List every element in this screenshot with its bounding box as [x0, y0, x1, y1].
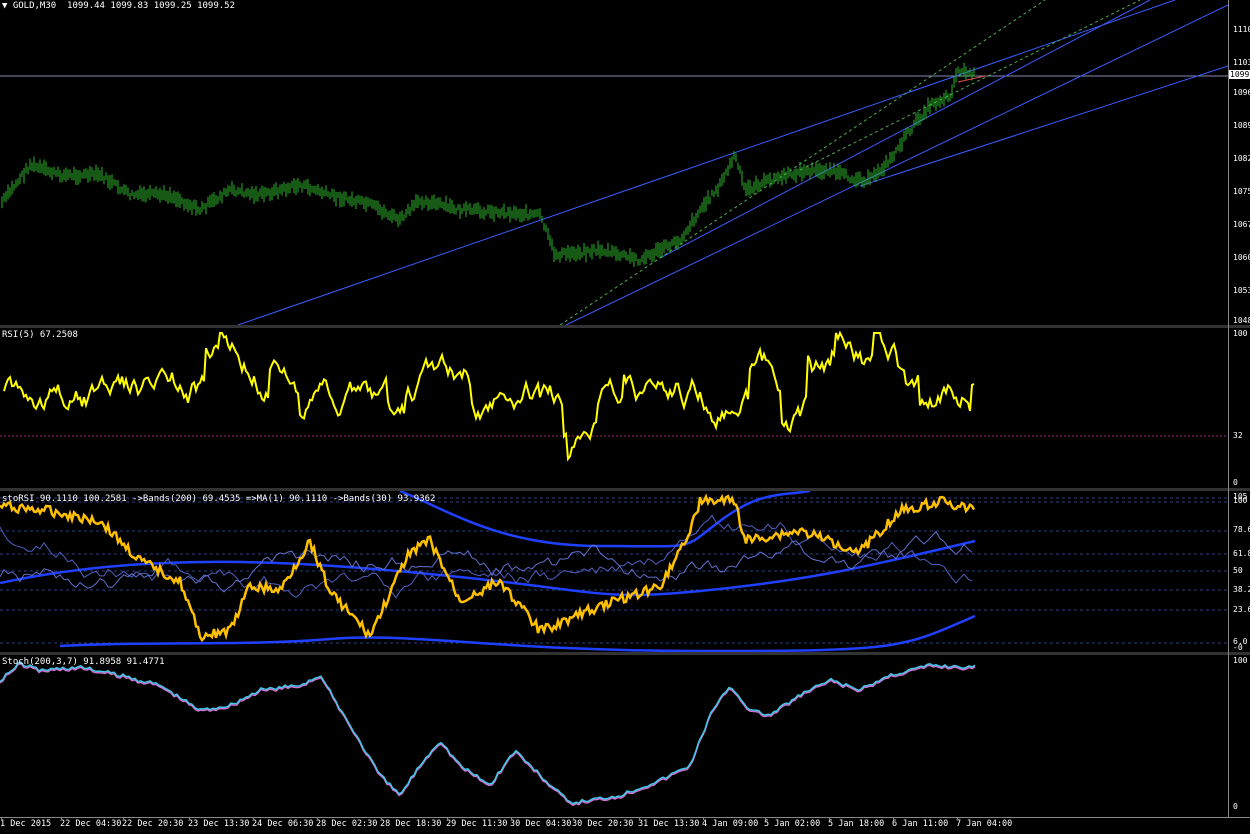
scale-tick-label: 1103 [1233, 58, 1250, 67]
scale-tick-label: 1060 [1233, 253, 1250, 262]
time-axis-label: 28 Dec 18:30 [380, 819, 442, 829]
stoch-label: Stoch(200,3,7) 91.8958 91.4771 [2, 657, 165, 667]
stoc-rsi-label: stoRSI 90.1110 100.2581 ->Bands(200) 69.… [2, 494, 436, 504]
rsi-chart [0, 330, 1228, 462]
rsi-pane[interactable] [0, 328, 1228, 488]
current-price-tag: 1099 [1229, 70, 1250, 79]
time-axis-tick [189, 817, 190, 820]
rsi-line [3, 330, 975, 462]
time-axis-tick [893, 817, 894, 820]
time-axis-tick [317, 817, 318, 820]
time-axis-tick [61, 817, 62, 820]
scale-tick-label: 61.8 [1233, 549, 1250, 558]
scale-tick-label: 1067 [1233, 220, 1250, 229]
trendline-dashed [799, 0, 1141, 171]
scale-tick-label: 100 [1233, 656, 1248, 665]
time-axis-tick [1, 817, 2, 820]
scale-tick-label: 32 [1233, 431, 1243, 440]
trendline [237, 0, 1176, 325]
dropdown-arrow-icon[interactable]: ▼ [2, 1, 7, 11]
scale-tick-label: 0 [1233, 802, 1238, 811]
time-axis-label: 31 Dec 13:30 [638, 819, 700, 829]
time-axis-label: 24 Dec 06:30 [252, 819, 314, 829]
time-axis-tick [703, 817, 704, 820]
time-axis-tick [765, 817, 766, 820]
scale-tick-label: 1096 [1233, 88, 1250, 97]
time-axis-label: 30 Dec 20:30 [572, 819, 634, 829]
scale-tick-label: 1089 [1233, 121, 1250, 130]
time-axis-label: 23 Dec 13:30 [188, 819, 250, 829]
time-axis-tick [639, 817, 640, 820]
trendline-dashed [559, 0, 1046, 325]
time-axis-label: 22 Dec 04:30 [60, 819, 122, 829]
time-axis-tick [123, 817, 124, 820]
rsi-label: RSI(5) 67.2508 [2, 330, 78, 340]
trendline [859, 65, 1228, 187]
time-axis-label: 5 Jan 02:00 [764, 819, 821, 829]
scale-tick-label: 1110 [1233, 25, 1250, 34]
time-axis-label: 7 Jan 04:00 [956, 819, 1013, 829]
time-axis-tick [829, 817, 830, 820]
time-axis-tick [573, 817, 574, 820]
time-axis-tick [381, 817, 382, 820]
stoc-rsi-line [0, 493, 976, 643]
scale-tick-label: 50 [1233, 566, 1243, 575]
scale-tick-label: 1053 [1233, 286, 1250, 295]
time-axis-tick [253, 817, 254, 820]
stoc-rsi-pane[interactable] [0, 491, 1228, 652]
stoch-chart [0, 661, 976, 807]
time-axis-label: 29 Dec 11:30 [446, 819, 508, 829]
time-axis-tick [447, 817, 448, 820]
symbol-label: GOLD,M30 [12, 1, 57, 11]
scale-tick-label: -0 [1233, 643, 1243, 652]
trendline [659, 0, 1151, 259]
scale-tick-label: 23.6 [1233, 605, 1250, 614]
stoch-pane[interactable] [0, 655, 1228, 817]
scale-tick-label: 38.2 [1233, 585, 1250, 594]
band-lower-line [59, 614, 976, 652]
chart-header: ▼ GOLD,M30 1099.44 1099.83 1099.25 1099.… [2, 1, 235, 11]
time-axis-label: 6 Jan 11:00 [892, 819, 949, 829]
price-chart[interactable] [0, 0, 1228, 325]
price-chart-pane[interactable] [0, 0, 1228, 325]
time-axis-label: 1 Dec 2015 [0, 819, 52, 829]
scale-tick-label: 100 [1233, 329, 1248, 338]
time-axis-label: 22 Dec 20:30 [122, 819, 184, 829]
scale-tick-label: 1075 [1233, 187, 1250, 196]
time-axis-label: 4 Jan 09:00 [702, 819, 759, 829]
scale-tick-label: 78.6 [1233, 525, 1250, 534]
scale-tick-label: 1048 [1233, 316, 1250, 325]
scale-tick-label: 100 [1233, 496, 1248, 505]
stoc-rsi-chart [0, 491, 1228, 652]
time-axis-label: 28 Dec 02:30 [316, 819, 378, 829]
time-axis-tick [511, 817, 512, 820]
scale-tick-label: 1082 [1233, 154, 1250, 163]
time-axis-tick [957, 817, 958, 820]
scale-tick-label: 0 [1233, 478, 1238, 487]
time-axis-label: 5 Jan 18:00 [828, 819, 885, 829]
ohlc-values: 1099.44 1099.83 1099.25 1099.52 [67, 1, 236, 11]
time-axis-label: 30 Dec 04:30 [510, 819, 572, 829]
trendline [565, 4, 1228, 325]
